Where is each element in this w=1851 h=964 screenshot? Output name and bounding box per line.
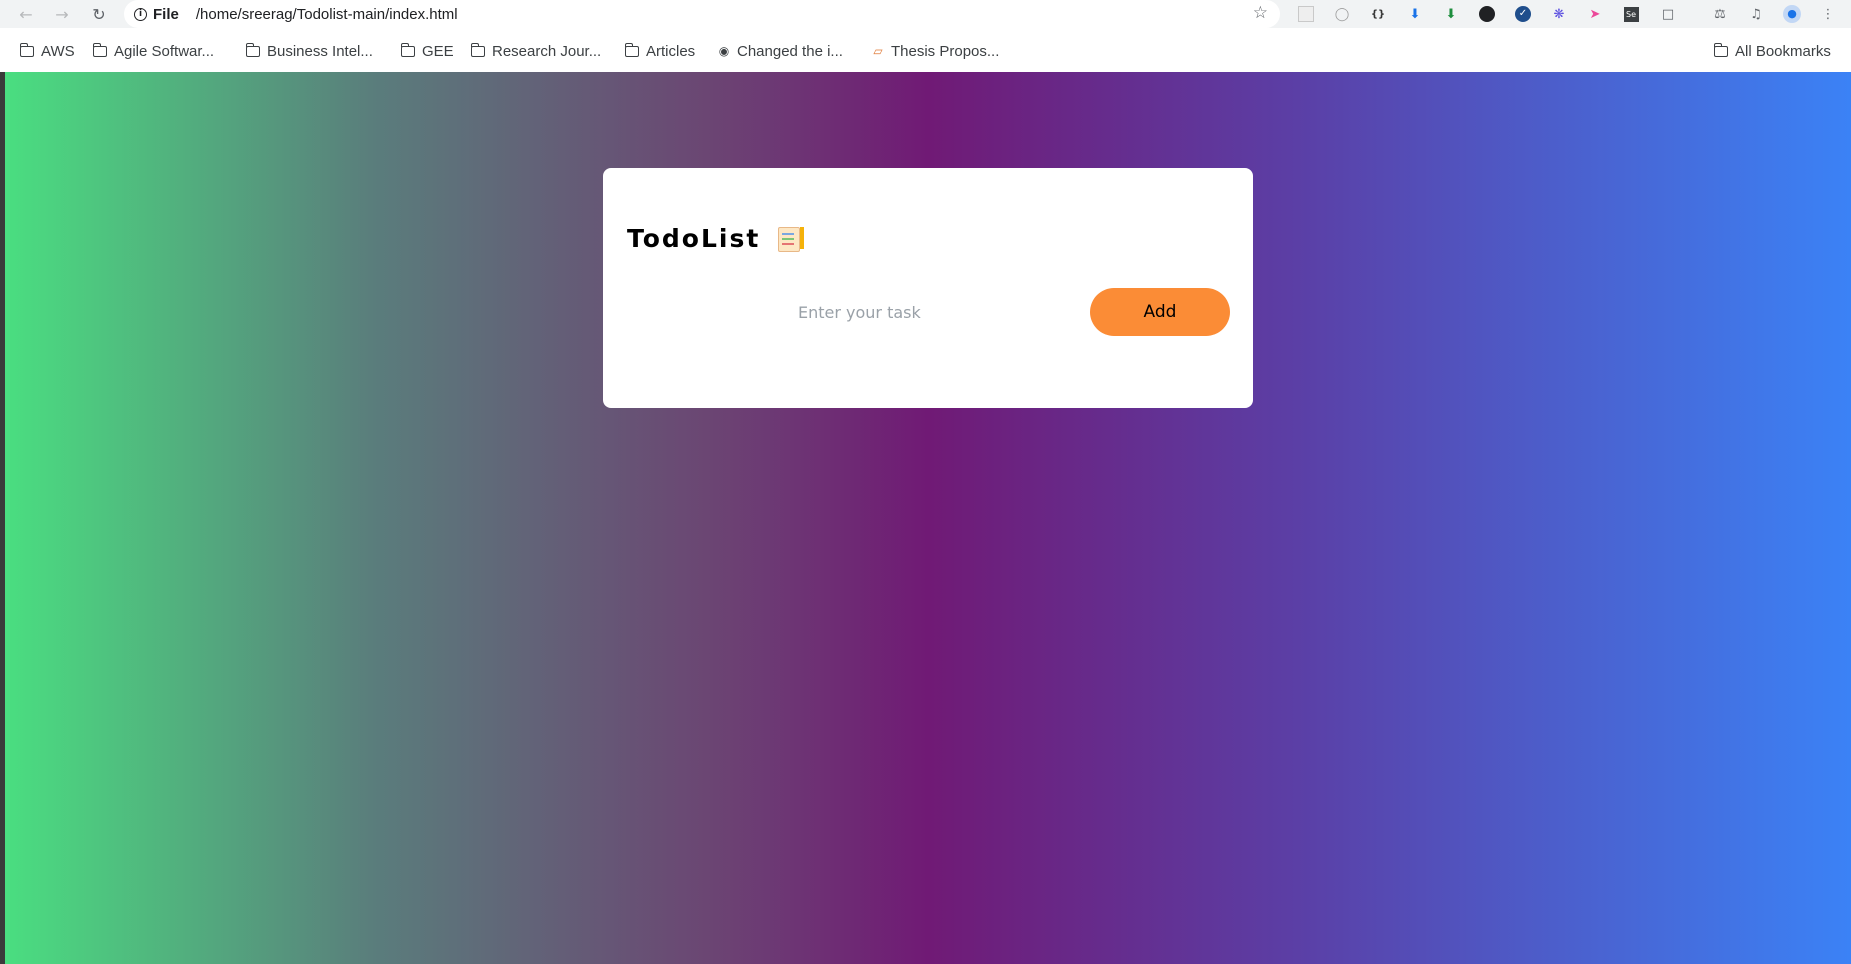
arrow-right-icon: →	[55, 4, 69, 24]
add-button[interactable]: Add	[1090, 288, 1230, 336]
bookmark-label: GEE	[422, 42, 454, 60]
app-title: TodoList	[627, 224, 761, 253]
reload-button[interactable]: ↻	[87, 2, 111, 26]
profile-button[interactable]: ●	[1782, 4, 1802, 24]
extension-icon[interactable]: ✓	[1513, 4, 1533, 24]
json-viewer-icon: {}	[1370, 8, 1386, 20]
extension-icon[interactable]: ⬇	[1441, 4, 1461, 24]
app-header: TodoList	[627, 224, 805, 253]
bookmark-item[interactable]: Articles	[624, 41, 696, 61]
arrow-tag-icon: ➤	[1589, 6, 1601, 22]
download-icon: ⬇	[1409, 6, 1421, 22]
check-circle-icon: ✓	[1515, 6, 1531, 22]
menu-button[interactable]: ⋮	[1818, 4, 1838, 24]
bookmark-label: Business Intel...	[267, 42, 373, 60]
bookmark-label: Research Jour...	[492, 42, 602, 60]
bookmark-item[interactable]: Research Jour...	[470, 41, 602, 61]
extension-icon[interactable]: ❋	[1549, 4, 1569, 24]
bookmark-item[interactable]: ◉ Changed the i...	[717, 41, 843, 61]
extension-icon[interactable]: {}	[1368, 4, 1388, 24]
folder-icon	[1713, 42, 1728, 57]
task-input[interactable]	[627, 288, 1067, 336]
todo-card: TodoList Add	[603, 168, 1253, 408]
extensions-button[interactable]: □	[1658, 4, 1678, 24]
gradient-background: TodoList Add	[5, 72, 1851, 964]
info-icon[interactable]: i	[134, 7, 147, 21]
bookmarks-bar: AWS Agile Softwar... Business Intel... G…	[0, 34, 1851, 68]
back-button[interactable]: ←	[14, 2, 38, 26]
puzzle-icon: □	[1661, 6, 1675, 22]
browser-window: ← → ↻ i File /home/sreerag/Todolist-main…	[0, 0, 1851, 964]
folder-icon	[92, 42, 107, 57]
forward-button[interactable]: →	[50, 2, 74, 26]
extension-placeholder-icon	[1298, 6, 1314, 22]
media-icon: ♫	[1750, 6, 1762, 22]
bookmark-item[interactable]: Business Intel...	[245, 41, 373, 61]
checklist-emoji-icon	[778, 225, 805, 253]
bookmark-label: Changed the i...	[737, 42, 843, 60]
download-button[interactable]: ⬇	[1405, 4, 1425, 24]
folder-icon	[470, 42, 485, 57]
bookmark-item[interactable]: ▱ Thesis Propos...	[871, 41, 999, 61]
favicon-icon: ▱	[873, 44, 883, 58]
extension-icon[interactable]	[1296, 4, 1316, 24]
bookmark-item-all-bookmarks[interactable]: All Bookmarks	[1713, 41, 1831, 61]
page-viewport: TodoList Add	[0, 72, 1851, 964]
bookmark-label: Articles	[646, 42, 696, 60]
folder-icon	[245, 42, 260, 57]
task-input-row: Add	[627, 288, 1230, 336]
extension-icon[interactable]	[1477, 4, 1497, 24]
folder-icon	[400, 42, 415, 57]
bookmark-item[interactable]: AWS	[19, 41, 75, 61]
folder-icon	[624, 42, 639, 57]
selenium-icon: Se	[1623, 6, 1639, 22]
browser-toolbar: ← → ↻ i File /home/sreerag/Todolist-main…	[0, 0, 1851, 28]
gear-flower-icon: ❋	[1553, 6, 1565, 22]
github-icon: ◉	[718, 44, 730, 58]
green-down-arrow-icon: ⬇	[1445, 6, 1457, 22]
media-button[interactable]: ♫	[1746, 4, 1766, 24]
extension-circle-icon: ◯	[1334, 6, 1350, 22]
bookmark-label: Thesis Propos...	[891, 42, 1000, 60]
vn-extension-icon	[1479, 6, 1495, 22]
extension-icon[interactable]: ◯	[1332, 4, 1352, 24]
bookmark-label: AWS	[41, 42, 75, 60]
bookmark-star-icon[interactable]: ☆	[1253, 3, 1268, 23]
bookmark-label: Agile Softwar...	[114, 42, 215, 60]
kebab-menu-icon: ⋮	[1821, 6, 1835, 22]
bookmark-item[interactable]: GEE	[400, 41, 454, 61]
avatar-icon: ●	[1783, 5, 1801, 23]
bookmark-label: All Bookmarks	[1735, 42, 1831, 60]
bookmark-item[interactable]: Agile Softwar...	[92, 41, 215, 61]
extension-icon[interactable]: Se	[1621, 4, 1641, 24]
address-url[interactable]: /home/sreerag/Todolist-main/index.html	[196, 6, 458, 23]
labs-button[interactable]: ⚖	[1710, 4, 1730, 24]
folder-icon	[19, 42, 34, 57]
flask-icon: ⚖	[1714, 6, 1726, 22]
arrow-left-icon: ←	[19, 4, 33, 24]
reload-icon: ↻	[92, 4, 106, 24]
address-bar[interactable]: i File /home/sreerag/Todolist-main/index…	[124, 0, 1280, 28]
extension-icon[interactable]: ➤	[1585, 4, 1605, 24]
address-scheme-label: File	[153, 5, 179, 23]
